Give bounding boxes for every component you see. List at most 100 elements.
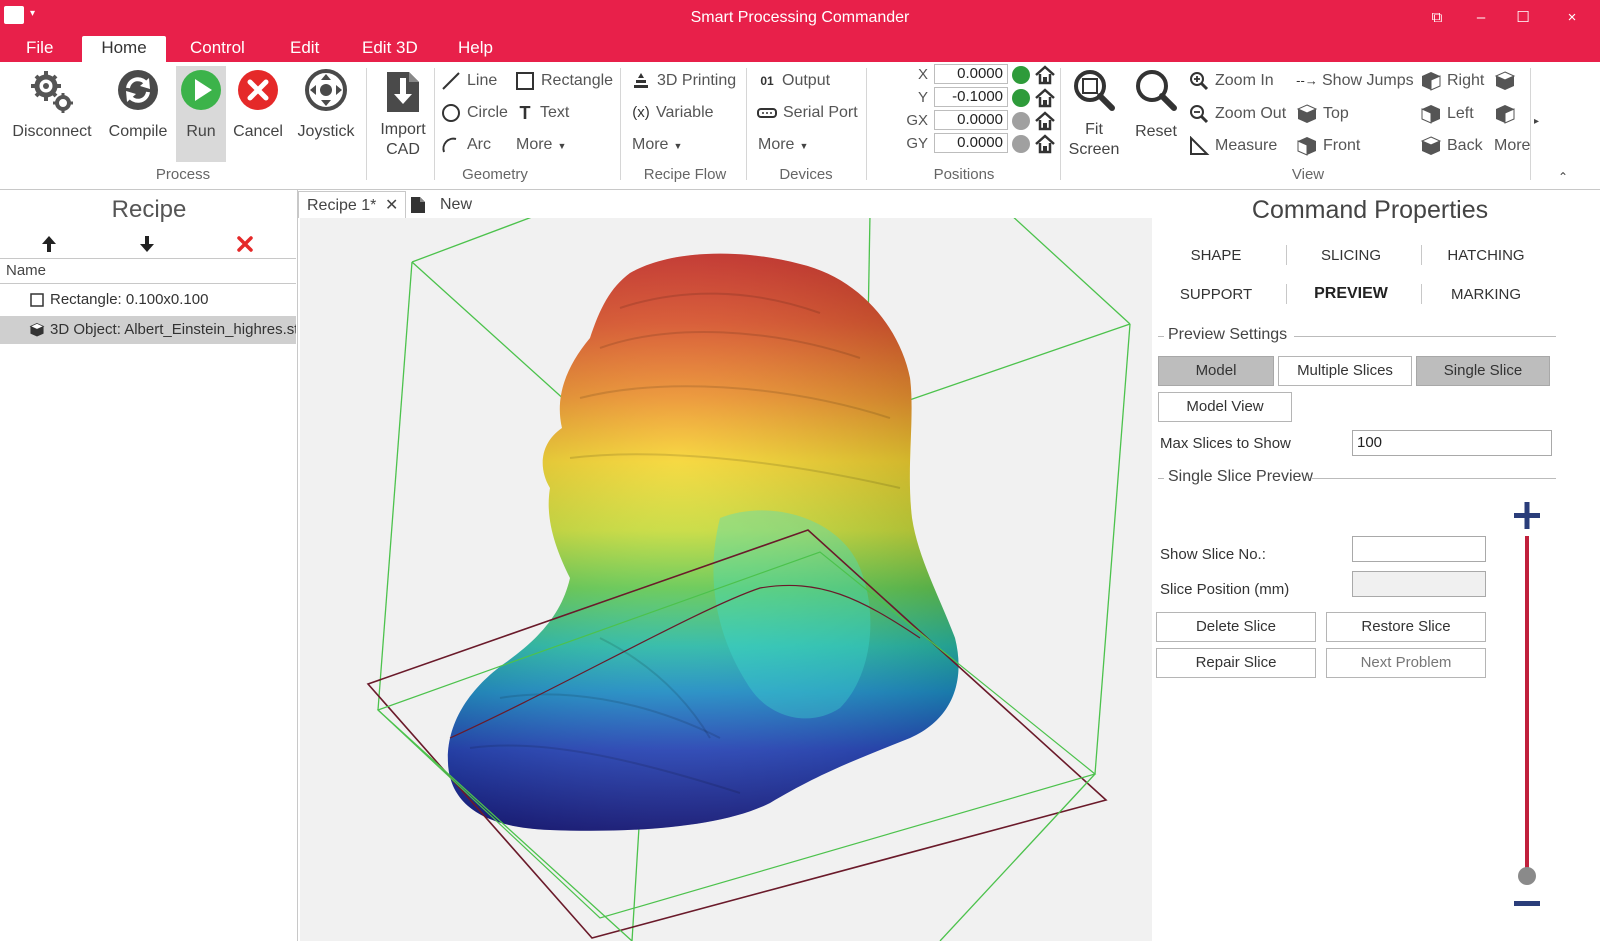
slider-track[interactable]	[1525, 536, 1529, 876]
rectangle-icon	[516, 71, 534, 90]
3d-model-view[interactable]	[300, 218, 1152, 941]
ribbon-collapse-icon[interactable]: ⌃	[1558, 170, 1568, 184]
3d-printing-button[interactable]: 3D Printing	[630, 68, 736, 94]
variable-button[interactable]: (x) Variable	[630, 100, 713, 126]
tab-recipe-1[interactable]: Recipe 1* ✕	[298, 191, 406, 218]
close-button[interactable]: ×	[1552, 6, 1592, 30]
arc-icon	[442, 137, 457, 153]
menu-help[interactable]: Help	[448, 36, 503, 62]
caret-down-icon: ▼	[557, 141, 567, 151]
cancel-button[interactable]: Cancel	[228, 66, 288, 162]
recipe-item-rectangle[interactable]: Rectangle: 0.100x0.100	[0, 286, 296, 314]
slider-thumb[interactable]	[1518, 867, 1536, 885]
zoom-in-icon	[1190, 71, 1209, 90]
model-view-button[interactable]: Model View	[1158, 392, 1292, 422]
delete-slice-button[interactable]: Delete Slice	[1156, 612, 1316, 642]
show-jumps-button[interactable]: --→ Show Jumps	[1296, 68, 1413, 94]
zoom-in-button[interactable]: Zoom In	[1188, 68, 1274, 94]
home-icon[interactable]	[1034, 133, 1056, 155]
cube-front-icon	[1297, 136, 1316, 156]
back-view-button[interactable]: Back	[1420, 133, 1483, 159]
recipe-panel: Recipe Name Rectangle: 0.100x0.100 3D Ob…	[0, 190, 298, 941]
tab-slicing[interactable]: SLICING	[1286, 247, 1416, 264]
separator	[1060, 68, 1061, 180]
fit-screen-button[interactable]: Fit Screen	[1068, 66, 1120, 162]
geometry-more-dropdown[interactable]: More ▼	[516, 132, 566, 158]
run-button[interactable]: Run	[176, 66, 226, 162]
compile-button[interactable]: Compile	[104, 66, 172, 162]
delete-x-icon[interactable]	[236, 234, 254, 254]
front-view-button[interactable]: Front	[1296, 133, 1360, 159]
serial-port-button[interactable]: Serial Port	[756, 100, 858, 126]
multiple-slices-button[interactable]: Multiple Slices	[1278, 356, 1412, 386]
circle-button[interactable]: Circle	[440, 100, 508, 126]
model-button[interactable]: Model	[1158, 356, 1274, 386]
joystick-button[interactable]: Joystick	[292, 66, 360, 162]
max-slices-label: Max Slices to Show	[1160, 435, 1291, 452]
menu-edit-3d[interactable]: Edit 3D	[352, 36, 428, 62]
tab-new[interactable]: New	[410, 191, 486, 218]
menu-file[interactable]: File	[16, 36, 63, 62]
recipe-title: Recipe	[111, 196, 187, 223]
text-button[interactable]: T Text	[514, 100, 570, 126]
recipe-flow-more-dropdown[interactable]: More ▼	[632, 132, 682, 158]
slider-minus-icon[interactable]	[1514, 901, 1540, 906]
group-label-process: Process	[155, 166, 211, 183]
next-problem-button[interactable]: Next Problem	[1326, 648, 1486, 678]
view-more-button[interactable]: More	[1494, 133, 1530, 159]
tab-preview[interactable]: PREVIEW	[1286, 285, 1416, 303]
tab-close-icon[interactable]: ✕	[385, 192, 398, 219]
layers-icon	[634, 72, 648, 88]
position-gy-value: 0.0000	[934, 133, 1008, 153]
tab-marking[interactable]: MARKING	[1421, 286, 1551, 303]
reset-view-button[interactable]: Reset	[1130, 66, 1182, 162]
menu-control[interactable]: Control	[180, 36, 255, 62]
top-view-button[interactable]: Top	[1296, 101, 1349, 127]
menu-home[interactable]: Home	[82, 36, 166, 62]
gears-icon	[31, 71, 73, 113]
disconnect-button[interactable]: Disconnect	[6, 66, 98, 162]
status-dot-gray-icon	[1012, 112, 1030, 130]
left-view-button[interactable]: Left	[1420, 101, 1474, 127]
zoom-out-button[interactable]: Zoom Out	[1188, 101, 1286, 127]
home-icon[interactable]	[1034, 64, 1056, 86]
single-slice-button[interactable]: Single Slice	[1416, 356, 1550, 386]
group-label-devices: Devices	[779, 166, 833, 183]
cube-iso-icon[interactable]	[1494, 71, 1516, 91]
import-cad-button[interactable]: Import CAD	[374, 66, 432, 162]
ribbon-scroll-right-icon[interactable]: ▸	[1534, 116, 1539, 127]
maximize-button[interactable]: ☐	[1508, 6, 1538, 30]
home-icon[interactable]	[1034, 87, 1056, 109]
fit-screen-icon	[1074, 70, 1115, 111]
slice-slider[interactable]	[1512, 500, 1542, 920]
restore-slice-button[interactable]: Restore Slice	[1326, 612, 1486, 642]
measure-icon	[1190, 135, 1210, 155]
tab-hatching[interactable]: HATCHING	[1421, 247, 1551, 264]
cube-iso-2-icon[interactable]	[1494, 104, 1516, 124]
output-button[interactable]: 01 Output	[756, 68, 830, 94]
tab-shape[interactable]: SHAPE	[1151, 247, 1281, 264]
recipe-item-3d-object[interactable]: 3D Object: Albert_Einstein_highres.stl	[0, 316, 296, 344]
home-icon[interactable]	[1034, 110, 1056, 132]
minimize-button[interactable]: –	[1466, 6, 1496, 30]
menu-edit[interactable]: Edit	[280, 36, 329, 62]
measure-button[interactable]: Measure	[1188, 133, 1277, 159]
move-down-arrow-icon[interactable]	[138, 234, 156, 254]
separator	[366, 68, 367, 180]
slice-position-label: Slice Position (mm)	[1160, 581, 1290, 598]
line-button[interactable]: Line	[440, 68, 497, 94]
move-up-arrow-icon[interactable]	[40, 234, 58, 254]
recipe-column-header[interactable]: Name	[0, 258, 296, 284]
slice-position-input	[1352, 571, 1486, 597]
repair-slice-button[interactable]: Repair Slice	[1156, 648, 1316, 678]
max-slices-input[interactable]: 100	[1352, 430, 1552, 456]
right-view-button[interactable]: Right	[1420, 68, 1484, 94]
3d-viewport[interactable]	[300, 218, 1152, 941]
restore-icon[interactable]: ⧉	[1422, 6, 1452, 30]
arc-button[interactable]: Arc	[440, 132, 491, 158]
devices-more-dropdown[interactable]: More ▼	[758, 132, 808, 158]
show-slice-input[interactable]	[1352, 536, 1486, 562]
rectangle-button[interactable]: Rectangle	[514, 68, 613, 94]
slider-plus-icon[interactable]	[1514, 502, 1540, 529]
tab-support[interactable]: SUPPORT	[1151, 286, 1281, 303]
